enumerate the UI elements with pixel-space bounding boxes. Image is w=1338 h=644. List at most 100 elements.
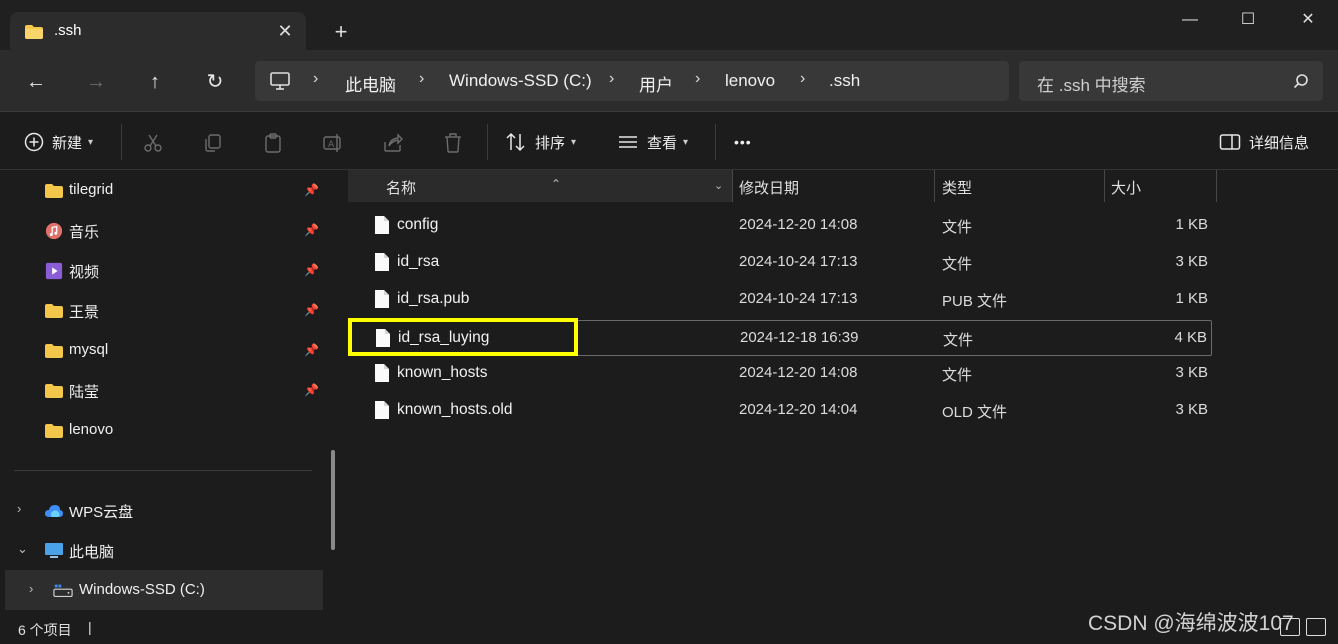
breadcrumb-drive[interactable]: Windows-SSD (C:) bbox=[449, 71, 592, 91]
cut-icon[interactable] bbox=[142, 132, 164, 154]
file-row-known-hosts-old[interactable]: known_hosts.old 2024-12-20 14:04 OLD 文件 … bbox=[348, 393, 1212, 429]
drive-icon bbox=[53, 584, 73, 598]
sort-ascending-icon: ⌃ bbox=[551, 177, 562, 191]
file-name: config bbox=[397, 216, 439, 233]
file-type: 文件 bbox=[942, 367, 973, 384]
file-modified: 2024-10-24 17:13 bbox=[739, 253, 858, 270]
rename-icon[interactable]: A bbox=[322, 132, 344, 154]
sidebar-item-this-pc[interactable]: ⌄ 此电脑 bbox=[0, 532, 322, 568]
file-list: ⌃ 名称 ⌄ 修改日期 类型 大小 config 2024-12-20 14:0… bbox=[348, 170, 1338, 614]
sidebar-item-music[interactable]: 音乐 📌 bbox=[0, 212, 322, 248]
sidebar-item-lenovo[interactable]: lenovo bbox=[0, 412, 322, 448]
file-size: 1 KB bbox=[1175, 290, 1208, 307]
file-name: id_rsa.pub bbox=[397, 290, 470, 307]
breadcrumb-lenovo[interactable]: lenovo bbox=[725, 71, 775, 91]
file-modified: 2024-12-20 14:08 bbox=[739, 216, 858, 233]
tab-title: .ssh bbox=[54, 22, 82, 39]
details-button[interactable]: 详细信息 bbox=[1219, 131, 1309, 153]
file-icon bbox=[376, 329, 390, 347]
search-icon[interactable] bbox=[1293, 73, 1309, 89]
file-name: known_hosts bbox=[397, 364, 488, 381]
pin-icon[interactable]: 📌 bbox=[304, 263, 319, 277]
address-row: ← → ↑ ↻ › 此电脑 › Windows-SSD (C:) › 用户 › … bbox=[0, 50, 1338, 112]
column-divider[interactable] bbox=[1104, 170, 1105, 202]
up-button[interactable]: ↑ bbox=[141, 68, 169, 96]
copy-icon[interactable] bbox=[202, 132, 224, 154]
breadcrumb-separator: › bbox=[800, 70, 806, 87]
column-header-row: ⌃ 名称 ⌄ 修改日期 类型 大小 bbox=[348, 170, 1217, 202]
toolbar-divider bbox=[487, 124, 488, 160]
sidebar-item-wps-cloud[interactable]: › WPS云盘 bbox=[0, 492, 322, 528]
paste-icon[interactable] bbox=[262, 132, 284, 154]
sidebar-item-label: Windows-SSD (C:) bbox=[79, 581, 205, 598]
delete-icon[interactable] bbox=[442, 132, 464, 154]
file-icon bbox=[375, 401, 389, 419]
sidebar-item-windows-ssd[interactable]: › Windows-SSD (C:) bbox=[5, 570, 323, 610]
file-name: known_hosts.old bbox=[397, 401, 513, 418]
pin-icon[interactable]: 📌 bbox=[304, 183, 319, 197]
sidebar-item-tilegrid[interactable]: tilegrid 📌 bbox=[0, 172, 322, 208]
breadcrumb-users[interactable]: 用户 bbox=[639, 71, 673, 96]
sidebar-item-label: 视频 bbox=[69, 264, 100, 281]
item-count: 6 个项目 bbox=[18, 622, 72, 638]
sidebar-item-label: 王景 bbox=[69, 304, 100, 321]
file-icon bbox=[375, 253, 389, 271]
sidebar-divider bbox=[14, 470, 312, 471]
file-row-id-rsa-luying[interactable]: id_rsa_luying 2024-12-18 16:39 文件 4 KB bbox=[348, 320, 1212, 356]
share-icon[interactable] bbox=[382, 132, 404, 154]
view-button[interactable]: 查看 ▾ bbox=[617, 131, 688, 153]
pin-icon[interactable]: 📌 bbox=[304, 383, 319, 397]
tab-ssh[interactable]: .ssh ✕ bbox=[10, 12, 306, 50]
breadcrumb-ssh[interactable]: .ssh bbox=[829, 71, 860, 91]
column-header-type[interactable]: 类型 bbox=[942, 177, 972, 198]
tab-close-icon[interactable]: ✕ bbox=[274, 20, 296, 42]
file-row-id-rsa-pub[interactable]: id_rsa.pub 2024-10-24 17:13 PUB 文件 1 KB bbox=[348, 282, 1212, 318]
sidebar-item-wangjing[interactable]: 王景 📌 bbox=[0, 292, 322, 328]
more-options-button[interactable]: ••• bbox=[734, 131, 752, 153]
breadcrumb-separator: › bbox=[419, 70, 425, 87]
search-input[interactable]: 在 .ssh 中搜索 bbox=[1019, 61, 1323, 101]
collapse-chevron-icon[interactable]: ⌄ bbox=[17, 541, 28, 557]
expand-chevron-icon[interactable]: › bbox=[17, 501, 21, 516]
column-header-size[interactable]: 大小 bbox=[1111, 177, 1141, 198]
forward-button[interactable]: → bbox=[82, 68, 110, 96]
sort-button[interactable]: 排序 ▾ bbox=[505, 131, 576, 153]
file-row-config[interactable]: config 2024-12-20 14:08 文件 1 KB bbox=[348, 208, 1212, 244]
back-button[interactable]: ← bbox=[22, 68, 50, 96]
pin-icon[interactable]: 📌 bbox=[304, 223, 319, 237]
new-button[interactable]: 新建 ▾ bbox=[24, 131, 93, 153]
file-icon bbox=[375, 216, 389, 234]
column-divider[interactable] bbox=[732, 170, 733, 202]
refresh-button[interactable]: ↻ bbox=[201, 68, 229, 96]
pin-icon[interactable]: 📌 bbox=[304, 303, 319, 317]
sidebar-item-mysql[interactable]: mysql 📌 bbox=[0, 332, 322, 368]
pin-icon[interactable]: 📌 bbox=[304, 343, 319, 357]
expand-chevron-icon[interactable]: › bbox=[29, 581, 33, 596]
column-divider[interactable] bbox=[934, 170, 935, 202]
column-header-modified[interactable]: 修改日期 bbox=[739, 177, 799, 198]
sidebar-scrollbar[interactable] bbox=[331, 450, 335, 550]
address-bar[interactable]: › 此电脑 › Windows-SSD (C:) › 用户 › lenovo ›… bbox=[255, 61, 1009, 101]
details-view-icon[interactable] bbox=[1280, 618, 1300, 636]
details-label: 详细信息 bbox=[1249, 134, 1310, 152]
new-tab-button[interactable]: + bbox=[327, 18, 355, 46]
column-header-name[interactable]: 名称 bbox=[386, 177, 416, 198]
sidebar-item-luying[interactable]: 陆莹 📌 bbox=[0, 372, 322, 408]
file-type: 文件 bbox=[942, 256, 973, 273]
breadcrumb-this-pc[interactable]: 此电脑 bbox=[345, 71, 396, 96]
chevron-down-icon: ▾ bbox=[88, 136, 94, 148]
sidebar-item-videos[interactable]: 视频 📌 bbox=[0, 252, 322, 288]
maximize-button[interactable]: ☐ bbox=[1228, 8, 1268, 32]
svg-text:A: A bbox=[328, 140, 335, 150]
large-icons-view-icon[interactable] bbox=[1306, 618, 1326, 636]
column-divider[interactable] bbox=[1216, 170, 1217, 202]
minimize-button[interactable]: — bbox=[1170, 8, 1210, 32]
file-size: 3 KB bbox=[1175, 364, 1208, 381]
sidebar-item-label: mysql bbox=[69, 341, 109, 358]
column-filter-chevron-icon[interactable]: ⌄ bbox=[714, 179, 723, 192]
window-close-button[interactable]: ✕ bbox=[1288, 8, 1328, 32]
breadcrumb-separator: › bbox=[695, 70, 701, 87]
sort-label: 排序 bbox=[535, 134, 566, 152]
file-row-known-hosts[interactable]: known_hosts 2024-12-20 14:08 文件 3 KB bbox=[348, 356, 1212, 392]
file-row-id-rsa[interactable]: id_rsa 2024-10-24 17:13 文件 3 KB bbox=[348, 245, 1212, 281]
